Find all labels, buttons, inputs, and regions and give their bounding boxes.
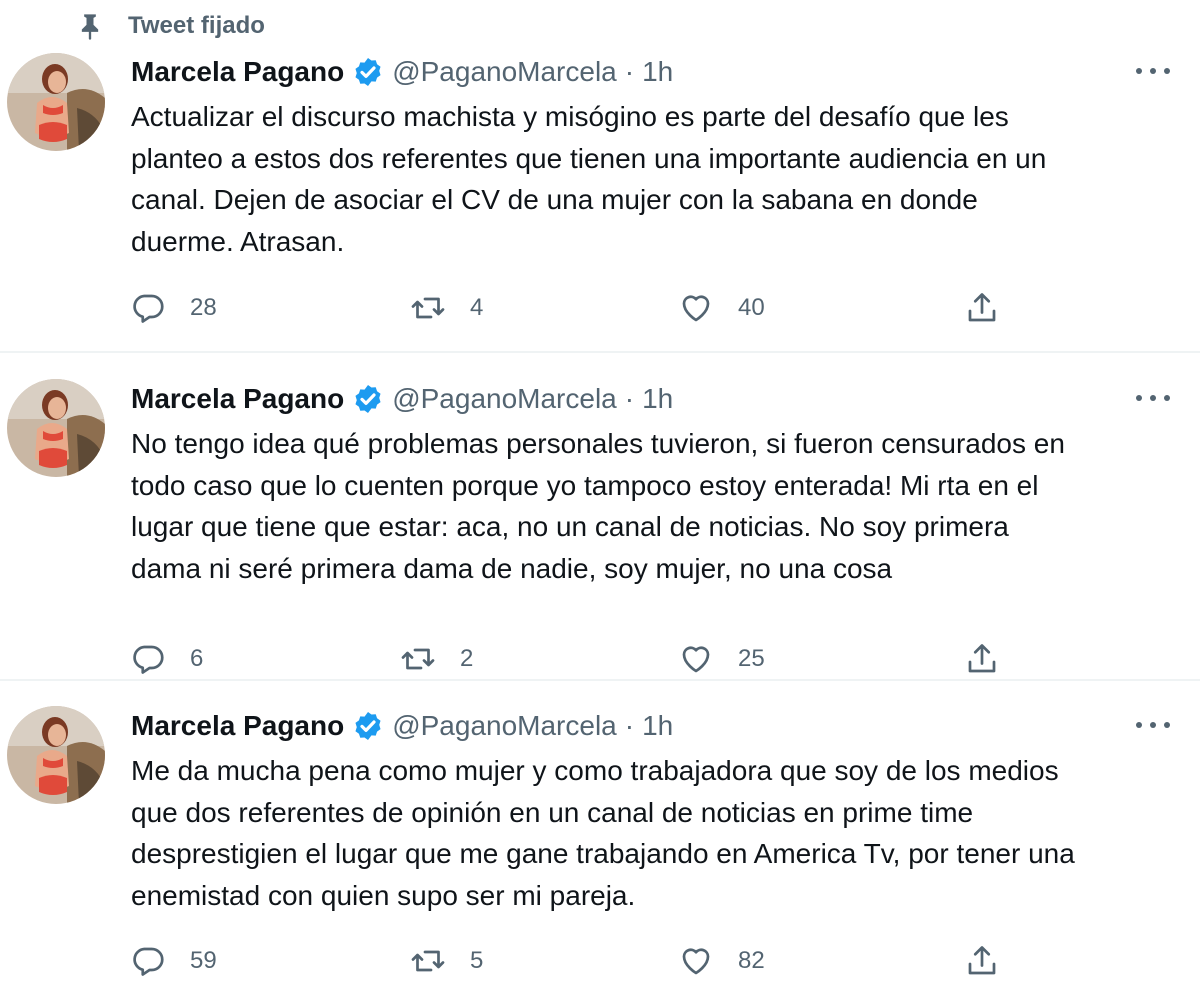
avatar-image: [7, 706, 105, 804]
avatar-image: [7, 53, 105, 151]
retweet-icon: [411, 950, 445, 972]
retweet-count: 2: [460, 645, 474, 672]
tweet-actions: 28 4 40: [130, 288, 1030, 328]
tweet[interactable]: Marcela Pagano @PaganoMarcela · 1h No te…: [0, 353, 1200, 681]
retweet-count: 5: [470, 947, 484, 974]
share-icon: [968, 946, 996, 975]
tweet-header: Marcela Pagano @PaganoMarcela · 1h: [131, 379, 673, 419]
more-options-icon[interactable]: [1136, 395, 1170, 405]
share-button[interactable]: [964, 941, 1000, 981]
retweet-button[interactable]: 2: [400, 639, 473, 679]
verified-badge-icon: [355, 58, 381, 86]
verified-badge-icon: [355, 385, 381, 413]
tweet-header: Marcela Pagano @PaganoMarcela · 1h: [131, 52, 673, 92]
retweet-icon: [411, 297, 445, 319]
share-icon: [968, 293, 996, 322]
author-name[interactable]: Marcela Pagano: [131, 56, 344, 88]
author-name[interactable]: Marcela Pagano: [131, 383, 344, 415]
retweet-button[interactable]: 4: [410, 288, 483, 328]
pinned-indicator: Tweet fijado: [76, 8, 265, 44]
tweet-text: Me da mucha pena como mujer y como traba…: [131, 755, 1075, 911]
avatar-image: [7, 379, 105, 477]
heart-icon: [682, 295, 710, 322]
more-options-icon[interactable]: [1136, 722, 1170, 732]
pin-icon: [81, 14, 99, 41]
separator-dot: ·: [624, 710, 635, 741]
timestamp[interactable]: 1h: [642, 383, 673, 415]
tweet-text: No tengo idea qué problemas personales t…: [131, 428, 1065, 584]
separator-dot: ·: [624, 56, 635, 87]
verified-badge-icon: [355, 712, 381, 740]
share-icon: [968, 644, 996, 673]
heart-icon: [682, 646, 710, 673]
reply-count: 6: [190, 645, 204, 672]
tweet-actions: 6 2 25: [130, 639, 1030, 679]
tweet[interactable]: Tweet fijado Marcela Pagano @PaganoMarce…: [0, 0, 1200, 353]
reply-button[interactable]: 28: [130, 288, 217, 328]
tweet[interactable]: Marcela Pagano @PaganoMarcela · 1h Me da…: [0, 681, 1200, 983]
heart-icon: [682, 948, 710, 975]
pinned-label: Tweet fijado: [128, 12, 265, 39]
author-name[interactable]: Marcela Pagano: [131, 710, 344, 742]
separator-dot: ·: [624, 383, 635, 414]
like-count: 25: [738, 645, 765, 672]
reply-button[interactable]: 59: [130, 941, 217, 981]
tweet-actions: 59 5 82: [130, 941, 1030, 981]
reply-count: 28: [190, 294, 217, 321]
author-handle[interactable]: @PaganoMarcela: [392, 383, 617, 415]
reply-icon: [133, 645, 164, 674]
retweet-count: 4: [470, 294, 484, 321]
author-handle[interactable]: @PaganoMarcela: [392, 56, 617, 88]
reply-button[interactable]: 6: [130, 639, 203, 679]
like-button[interactable]: 40: [678, 288, 765, 328]
retweet-button[interactable]: 5: [410, 941, 483, 981]
share-button[interactable]: [964, 639, 1000, 679]
like-button[interactable]: 25: [678, 639, 765, 679]
tweet-header: Marcela Pagano @PaganoMarcela · 1h: [131, 706, 673, 746]
avatar[interactable]: [7, 53, 105, 151]
author-handle[interactable]: @PaganoMarcela: [392, 710, 617, 742]
avatar[interactable]: [7, 379, 105, 477]
tweet-text: Actualizar el discurso machista y misógi…: [131, 101, 1047, 257]
like-count: 82: [738, 947, 765, 974]
timestamp[interactable]: 1h: [642, 710, 673, 742]
reply-icon: [133, 294, 164, 323]
share-button[interactable]: [964, 288, 1000, 328]
avatar[interactable]: [7, 706, 105, 804]
reply-count: 59: [190, 947, 217, 974]
more-options-icon[interactable]: [1136, 68, 1170, 78]
like-button[interactable]: 82: [678, 941, 765, 981]
reply-icon: [133, 947, 164, 976]
like-count: 40: [738, 294, 765, 321]
timestamp[interactable]: 1h: [642, 56, 673, 88]
retweet-icon: [401, 648, 435, 670]
